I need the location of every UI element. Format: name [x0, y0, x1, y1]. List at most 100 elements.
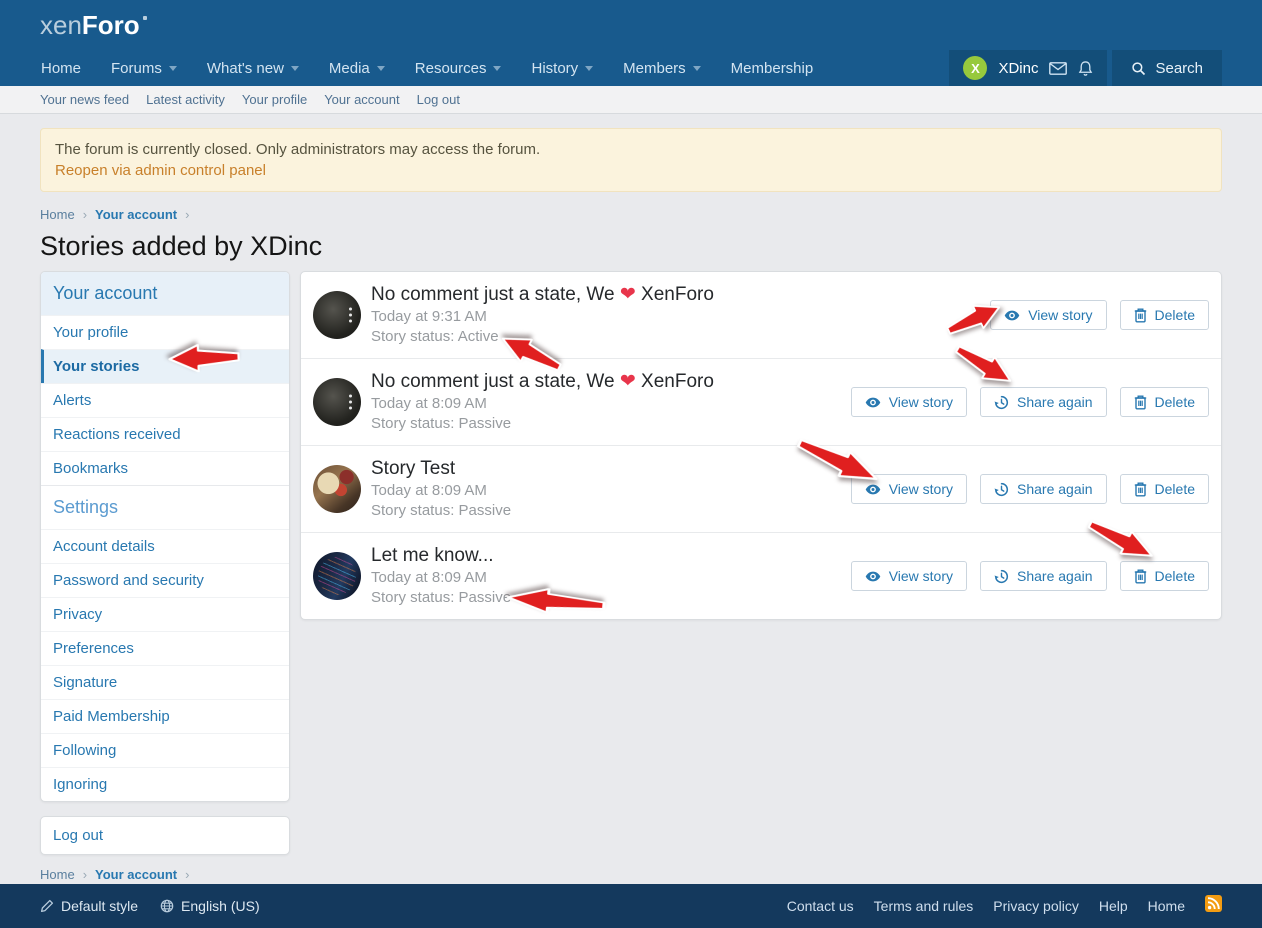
sub-navigation: Your news feed Latest activity Your prof… — [0, 86, 1262, 114]
sidebar-item-your-profile[interactable]: Your profile — [41, 315, 289, 349]
eye-icon — [865, 484, 881, 495]
share-again-button[interactable]: Share again — [980, 387, 1107, 417]
inbox-envelope-icon[interactable] — [1049, 62, 1067, 75]
sidebar-item-your-stories[interactable]: Your stories — [41, 349, 289, 383]
more-options-dots-icon — [349, 308, 352, 323]
story-avatar[interactable] — [313, 465, 361, 513]
footer-link-terms-rules[interactable]: Terms and rules — [874, 898, 974, 914]
story-status: Story status: Passive — [371, 414, 851, 434]
eye-icon — [1004, 310, 1020, 321]
sidebar-item-password-security[interactable]: Password and security — [41, 563, 289, 597]
reopen-admin-link[interactable]: Reopen via admin control panel — [55, 160, 266, 181]
trash-icon — [1134, 308, 1147, 323]
subnav-your-profile[interactable]: Your profile — [242, 92, 307, 107]
footer-link-privacy-policy[interactable]: Privacy policy — [993, 898, 1079, 914]
sidebar-item-preferences[interactable]: Preferences — [41, 631, 289, 665]
footer-link-home[interactable]: Home — [1148, 898, 1185, 914]
sidebar-item-reactions-received[interactable]: Reactions received — [41, 417, 289, 451]
nav-item-resources[interactable]: Resources — [400, 50, 517, 86]
story-title[interactable]: Let me know... — [371, 544, 851, 568]
view-story-button[interactable]: View story — [990, 300, 1106, 330]
breadcrumb-your-account-link[interactable]: Your account — [95, 207, 177, 222]
sidebar-header-settings: Settings — [41, 485, 289, 529]
chevron-down-icon — [585, 66, 593, 71]
nav-item-whats-new[interactable]: What's new — [192, 50, 314, 86]
history-icon — [994, 395, 1009, 410]
alert-message: The forum is currently closed. Only admi… — [55, 139, 1207, 160]
search-button[interactable]: Search — [1112, 50, 1222, 86]
delete-button[interactable]: Delete — [1120, 474, 1209, 504]
share-again-button[interactable]: Share again — [980, 561, 1107, 591]
delete-button[interactable]: Delete — [1120, 561, 1209, 591]
language-globe-icon — [160, 899, 174, 913]
nav-item-membership[interactable]: Membership — [716, 50, 829, 86]
story-avatar[interactable] — [313, 291, 361, 339]
chevron-down-icon — [493, 66, 501, 71]
subnav-your-news-feed[interactable]: Your news feed — [40, 92, 129, 107]
sidebar-item-ignoring[interactable]: Ignoring — [41, 767, 289, 801]
trash-icon — [1134, 482, 1147, 497]
view-story-button[interactable]: View story — [851, 561, 967, 591]
share-again-button[interactable]: Share again — [980, 474, 1107, 504]
nav-item-media[interactable]: Media — [314, 50, 400, 86]
sidebar-log-out-button[interactable]: Log out — [40, 816, 290, 855]
delete-button[interactable]: Delete — [1120, 300, 1209, 330]
sidebar-item-bookmarks[interactable]: Bookmarks — [41, 451, 289, 485]
logo-trademark-dot — [143, 16, 147, 20]
trash-icon — [1134, 395, 1147, 410]
nav-item-home[interactable]: Home — [26, 50, 96, 86]
xenforo-page: xenForo Home Forums What's new Media Res… — [0, 0, 1262, 928]
subnav-log-out[interactable]: Log out — [417, 92, 460, 107]
story-title[interactable]: No comment just a state, We ❤ XenForo — [371, 370, 851, 394]
view-story-button[interactable]: View story — [851, 474, 967, 504]
story-timestamp: Today at 8:09 AM — [371, 568, 851, 588]
main-navigation: Home Forums What's new Media Resources H… — [0, 50, 1262, 86]
story-timestamp: Today at 8:09 AM — [371, 394, 851, 414]
xenforo-logo[interactable]: xenForo — [40, 12, 147, 38]
search-icon — [1131, 61, 1146, 76]
stories-list: No comment just a state, We ❤ XenForo To… — [300, 271, 1222, 620]
story-title[interactable]: No comment just a state, We ❤ XenForo — [371, 283, 990, 307]
alerts-bell-icon[interactable] — [1078, 60, 1093, 77]
story-row: No comment just a state, We ❤ XenForo To… — [301, 272, 1221, 358]
view-story-button[interactable]: View story — [851, 387, 967, 417]
sidebar-item-account-details[interactable]: Account details — [41, 529, 289, 563]
sidebar-item-signature[interactable]: Signature — [41, 665, 289, 699]
breadcrumb-separator: › — [185, 207, 189, 222]
story-status: Story status: Passive — [371, 588, 851, 608]
story-row: Story Test Today at 8:09 AM Story status… — [301, 445, 1221, 532]
breadcrumb-home-link[interactable]: Home — [40, 207, 75, 222]
subnav-your-account[interactable]: Your account — [324, 92, 399, 107]
sidebar-item-alerts[interactable]: Alerts — [41, 383, 289, 417]
language-chooser[interactable]: English (US) — [160, 898, 260, 914]
breadcrumb: Home › Your account › — [40, 207, 1222, 222]
sidebar-item-following[interactable]: Following — [41, 733, 289, 767]
breadcrumb-separator: › — [83, 207, 87, 222]
chevron-down-icon — [377, 66, 385, 71]
breadcrumb-your-account-link[interactable]: Your account — [95, 867, 177, 882]
story-avatar[interactable] — [313, 378, 361, 426]
nav-item-history[interactable]: History — [516, 50, 608, 86]
user-avatar: X — [963, 56, 987, 80]
breadcrumb-home-link[interactable]: Home — [40, 867, 75, 882]
sidebar-item-paid-membership[interactable]: Paid Membership — [41, 699, 289, 733]
history-icon — [994, 482, 1009, 497]
subnav-latest-activity[interactable]: Latest activity — [146, 92, 225, 107]
eye-icon — [865, 397, 881, 408]
story-status: Story status: Passive — [371, 501, 851, 521]
trash-icon — [1134, 569, 1147, 584]
footer-link-help[interactable]: Help — [1099, 898, 1128, 914]
user-account-menu[interactable]: X XDinc — [949, 50, 1107, 86]
rss-icon[interactable] — [1205, 895, 1222, 917]
delete-button[interactable]: Delete — [1120, 387, 1209, 417]
footer-link-contact-us[interactable]: Contact us — [787, 898, 854, 914]
style-chooser[interactable]: Default style — [40, 898, 138, 914]
nav-item-forums[interactable]: Forums — [96, 50, 192, 86]
sidebar-item-privacy[interactable]: Privacy — [41, 597, 289, 631]
story-title[interactable]: Story Test — [371, 457, 851, 481]
eye-icon — [865, 571, 881, 582]
story-timestamp: Today at 9:31 AM — [371, 307, 990, 327]
story-avatar[interactable] — [313, 552, 361, 600]
nav-item-members[interactable]: Members — [608, 50, 716, 86]
story-row: Let me know... Today at 8:09 AM Story st… — [301, 532, 1221, 619]
